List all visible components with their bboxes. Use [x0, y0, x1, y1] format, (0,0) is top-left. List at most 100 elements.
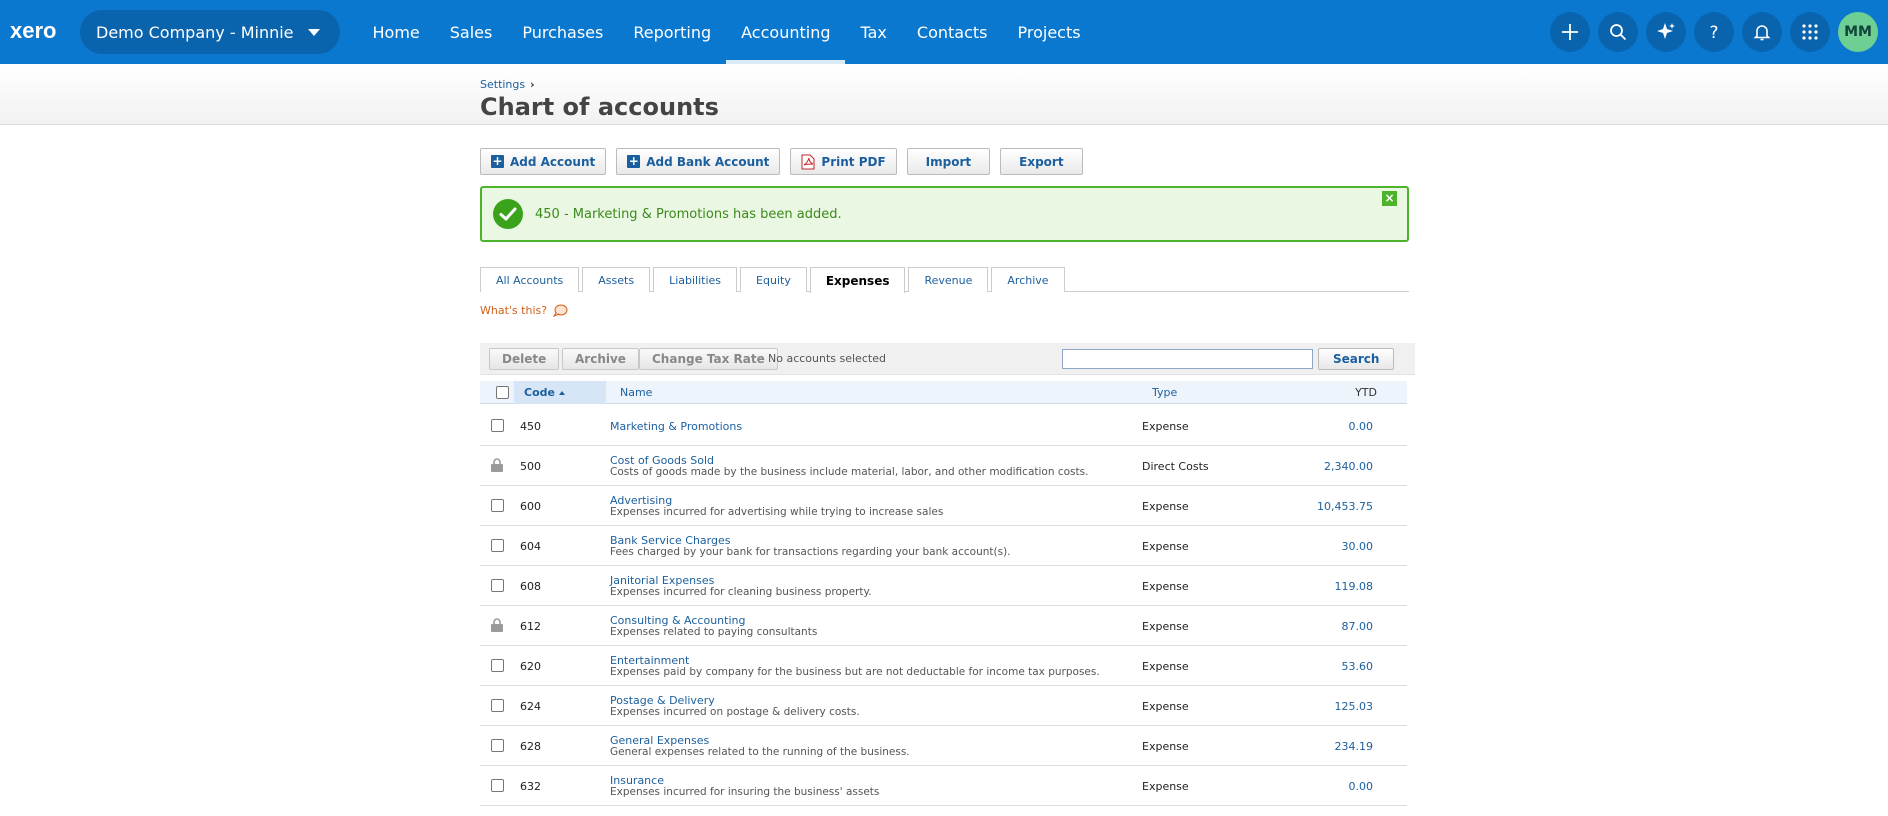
- tab-all-accounts[interactable]: All Accounts: [480, 267, 580, 292]
- whats-this-label: What's this?: [480, 304, 548, 317]
- tab-expenses[interactable]: Expenses: [809, 267, 906, 293]
- breadcrumb-chevron-icon: ›: [530, 78, 535, 91]
- account-ytd-link[interactable]: 125.03: [1335, 700, 1374, 713]
- account-ytd-link[interactable]: 53.60: [1342, 660, 1374, 673]
- organisation-switcher[interactable]: Demo Company - Minnie: [80, 10, 340, 54]
- account-description: Expenses related to paying consultants: [610, 626, 818, 638]
- account-name-link[interactable]: Marketing & Promotions: [610, 420, 742, 433]
- add-account-label: Add Account: [510, 154, 596, 169]
- search-button[interactable]: Search: [1318, 348, 1395, 370]
- lock-icon: [490, 458, 504, 473]
- table-row[interactable]: 628 General Expenses General expenses rela…: [480, 726, 1407, 766]
- table-row[interactable]: 608 Janitorial Expenses Expenses incurred …: [480, 566, 1407, 606]
- row-checkbox[interactable]: [491, 579, 504, 592]
- bell-icon[interactable]: [1742, 12, 1782, 52]
- svg-text:xero: xero: [10, 21, 56, 43]
- tab-archive[interactable]: Archive: [991, 267, 1065, 292]
- account-type: Direct Costs: [1142, 460, 1209, 473]
- tab-liabilities[interactable]: Liabilities: [653, 267, 738, 292]
- table-row[interactable]: 620 Entertainment Expenses paid by company…: [480, 646, 1407, 686]
- nav-projects[interactable]: Projects: [1002, 0, 1095, 64]
- bulk-action-bar: Delete Archive Change Tax Rate No accoun…: [480, 343, 1415, 375]
- account-ytd-link[interactable]: 234.19: [1335, 740, 1374, 753]
- account-type: Expense: [1142, 780, 1189, 793]
- table-row[interactable]: 604 Bank Service Charges Fees charged by y…: [480, 526, 1407, 566]
- table-row[interactable]: 632 Insurance Expenses incurred for insuri…: [480, 766, 1407, 806]
- nav-accounting[interactable]: Accounting: [726, 0, 846, 64]
- account-ytd-link[interactable]: 87.00: [1342, 620, 1374, 633]
- account-ytd-link[interactable]: 0.00: [1349, 780, 1374, 793]
- svg-text:?: ?: [1709, 23, 1718, 41]
- table-row[interactable]: 612 Consulting & Accounting Expenses relat…: [480, 606, 1407, 646]
- change-tax-rate-button[interactable]: Change Tax Rate: [639, 348, 778, 370]
- help-icon[interactable]: ?: [1694, 12, 1734, 52]
- account-type: Expense: [1142, 700, 1189, 713]
- main-menu: Home Sales Purchases Reporting Accountin…: [358, 0, 1096, 64]
- tab-revenue[interactable]: Revenue: [908, 267, 989, 292]
- column-header-type[interactable]: Type: [1152, 381, 1177, 404]
- account-code: 500: [520, 460, 541, 473]
- whats-this-link[interactable]: What's this?: [480, 304, 568, 317]
- success-notification: 450 - Marketing & Promotions has been ad…: [480, 186, 1409, 242]
- row-checkbox[interactable]: [491, 779, 504, 792]
- account-type: Expense: [1142, 620, 1189, 633]
- row-checkbox[interactable]: [491, 659, 504, 672]
- select-all-checkbox[interactable]: [496, 386, 509, 399]
- tab-assets[interactable]: Assets: [582, 267, 651, 292]
- lock-icon: [490, 618, 504, 633]
- organisation-name: Demo Company - Minnie: [96, 22, 294, 42]
- close-notification-icon[interactable]: ×: [1382, 191, 1397, 206]
- archive-button[interactable]: Archive: [562, 348, 639, 370]
- pdf-icon: [801, 154, 815, 169]
- search-icon[interactable]: [1598, 12, 1638, 52]
- plus-icon[interactable]: [1550, 12, 1590, 52]
- xero-logo[interactable]: xero: [10, 0, 72, 64]
- account-description: Expenses incurred for insuring the busin…: [610, 786, 880, 798]
- account-ytd-link[interactable]: 30.00: [1342, 540, 1374, 553]
- apps-grid-icon[interactable]: [1790, 12, 1830, 52]
- delete-button[interactable]: Delete: [489, 348, 560, 370]
- row-checkbox[interactable]: [491, 419, 504, 432]
- account-code: 624: [520, 700, 541, 713]
- tab-equity[interactable]: Equity: [740, 267, 807, 292]
- add-icon: +: [491, 154, 504, 168]
- row-checkbox[interactable]: [491, 499, 504, 512]
- row-checkbox[interactable]: [491, 739, 504, 752]
- user-avatar[interactable]: MM: [1838, 12, 1878, 52]
- account-code: 628: [520, 740, 541, 753]
- account-ytd-link[interactable]: 10,453.75: [1317, 500, 1373, 513]
- search-input[interactable]: [1062, 349, 1313, 369]
- nav-reporting[interactable]: Reporting: [618, 0, 726, 64]
- column-header-code[interactable]: Code: [514, 381, 606, 404]
- nav-tax[interactable]: Tax: [845, 0, 901, 64]
- account-code: 604: [520, 540, 541, 553]
- column-header-name[interactable]: Name: [620, 381, 652, 404]
- nav-contacts[interactable]: Contacts: [902, 0, 1003, 64]
- account-ytd-link[interactable]: 0.00: [1349, 420, 1374, 433]
- account-type: Expense: [1142, 420, 1189, 433]
- nav-purchases[interactable]: Purchases: [507, 0, 618, 64]
- breadcrumb-settings[interactable]: Settings: [480, 78, 525, 91]
- table-row[interactable]: 450 Marketing & Promotions Expense 0.00: [480, 406, 1407, 446]
- account-ytd-link[interactable]: 2,340.00: [1324, 460, 1373, 473]
- table-row[interactable]: 624 Postage & Delivery Expenses incurred o…: [480, 686, 1407, 726]
- add-account-button[interactable]: + Add Account: [480, 148, 607, 175]
- table-row[interactable]: 500 Cost of Goods Sold Costs of goods made…: [480, 446, 1407, 486]
- nav-sales[interactable]: Sales: [435, 0, 508, 64]
- add-bank-account-button[interactable]: + Add Bank Account: [616, 148, 781, 175]
- accounts-table-body: 450 Marketing & Promotions Expense 0.00 500 C…: [480, 406, 1407, 806]
- row-checkbox[interactable]: [491, 539, 504, 552]
- chevron-down-icon: [307, 28, 320, 36]
- account-ytd-link[interactable]: 119.08: [1335, 580, 1374, 593]
- add-icon: +: [627, 154, 641, 168]
- row-checkbox[interactable]: [491, 699, 504, 712]
- sparkle-icon[interactable]: [1646, 12, 1686, 52]
- nav-home[interactable]: Home: [358, 0, 435, 64]
- account-description: Expenses paid by company for the busines…: [610, 666, 1100, 678]
- table-row[interactable]: 600 Advertising Expenses incurred for adve…: [480, 486, 1407, 526]
- xero-logo-icon: xero: [10, 21, 56, 43]
- account-description: Expenses incurred for advertising while …: [610, 506, 944, 518]
- print-pdf-button[interactable]: Print PDF: [790, 148, 897, 175]
- import-button[interactable]: Import: [906, 148, 991, 175]
- export-button[interactable]: Export: [1000, 148, 1083, 175]
